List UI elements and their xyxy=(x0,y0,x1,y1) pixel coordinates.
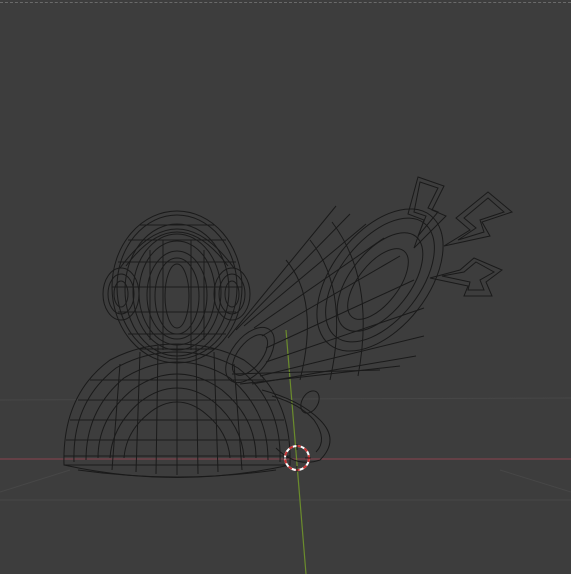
character-head-wireframe[interactable] xyxy=(111,210,243,364)
character-body-wireframe[interactable] xyxy=(63,343,291,478)
scene-canvas[interactable] xyxy=(0,0,571,574)
lightning-bolts-wireframe[interactable] xyxy=(407,176,514,297)
floor-grid xyxy=(0,397,571,501)
3d-viewport[interactable] xyxy=(0,0,571,574)
megaphone-wireframe[interactable] xyxy=(216,186,468,463)
lightning-bolt-middle xyxy=(443,191,514,247)
